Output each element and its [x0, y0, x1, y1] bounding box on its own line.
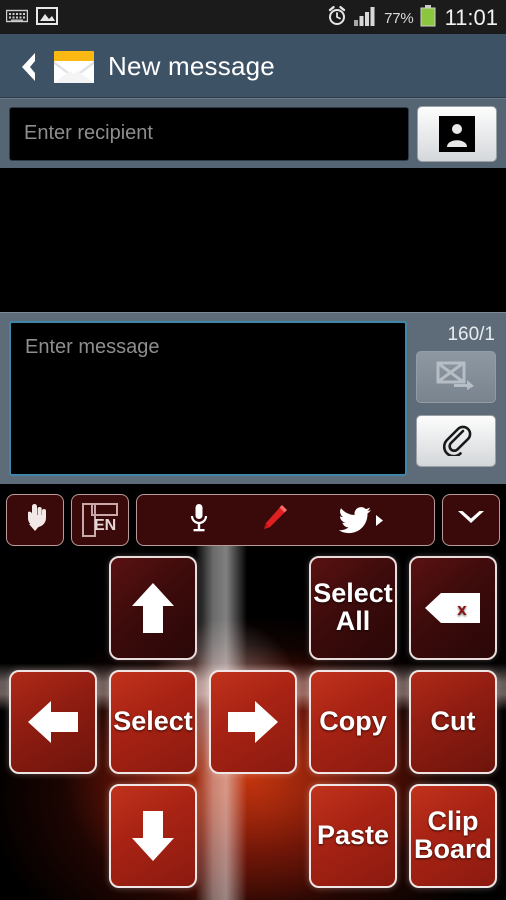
signal-bars-icon — [354, 6, 378, 31]
key-arrow-right[interactable] — [209, 670, 297, 774]
key-arrow-left[interactable] — [9, 670, 97, 774]
hide-keyboard-key[interactable] — [442, 494, 500, 546]
character-counter: 160/1 — [447, 324, 495, 345]
paperclip-icon — [439, 422, 473, 461]
keyboard-panel: EN Select All x Select Copy Cut Paste Cl… — [0, 488, 506, 900]
arrow-right-icon — [228, 701, 278, 743]
compose-row: 160/1 — [0, 312, 506, 484]
recipient-row — [0, 98, 506, 168]
contact-person-icon — [439, 115, 475, 152]
arrow-up-icon — [132, 583, 174, 633]
battery-icon — [420, 4, 436, 32]
key-arrow-up[interactable] — [109, 556, 197, 660]
input-methods-bar[interactable] — [136, 494, 435, 546]
key-select[interactable]: Select — [109, 670, 197, 774]
recipient-input[interactable] — [9, 106, 409, 161]
key-blank-2 — [209, 556, 297, 660]
layout-frame-icon: EN — [80, 501, 120, 539]
key-paste-label: Paste — [316, 820, 390, 851]
key-copy-label: Copy — [319, 706, 387, 737]
key-cut[interactable]: Cut — [409, 670, 497, 774]
backspace-icon: x — [425, 593, 480, 623]
pencil-icon[interactable] — [258, 502, 290, 539]
keyboard-icon — [5, 8, 29, 29]
key-blank-1 — [9, 556, 97, 660]
language-label: EN — [94, 517, 117, 534]
envelope-icon — [52, 47, 96, 87]
message-input[interactable] — [9, 321, 407, 476]
alarm-clock-icon — [326, 5, 348, 32]
chevron-down-icon — [455, 507, 487, 534]
key-clipboard-label: Clip Board — [413, 806, 492, 864]
keyboard-toolbar: EN — [0, 488, 506, 548]
twitter-bird-icon[interactable] — [338, 506, 384, 534]
status-bar-clock: 11:01 — [444, 5, 498, 30]
key-blank-4 — [209, 784, 297, 888]
key-copy[interactable]: Copy — [309, 670, 397, 774]
key-cut-label: Cut — [430, 706, 476, 737]
app-bar: New message — [0, 36, 506, 98]
image-icon — [36, 6, 58, 31]
compose-actions: 160/1 — [415, 321, 497, 476]
status-bar-right-icons: 77% 11:01 — [326, 4, 498, 32]
key-select-label: Select — [113, 706, 193, 737]
key-blank-3 — [9, 784, 97, 888]
key-clipboard[interactable]: Clip Board — [409, 784, 497, 888]
contacts-button[interactable] — [417, 105, 497, 162]
key-paste[interactable]: Paste — [309, 784, 397, 888]
phone-screen: 77% 11:01 New message Enter recipient En… — [0, 0, 506, 900]
conversation-area — [0, 168, 506, 312]
back-chevron-icon[interactable] — [14, 50, 40, 84]
attach-button[interactable] — [416, 415, 496, 467]
arrow-down-icon — [132, 811, 174, 861]
page-title: New message — [108, 51, 275, 81]
microphone-icon[interactable] — [187, 502, 211, 539]
send-button[interactable] — [416, 351, 496, 403]
keyboard-key-grid: Select All x Select Copy Cut Paste Clip … — [0, 548, 506, 898]
arrow-left-icon — [28, 701, 78, 743]
key-select-all-label: Select All — [313, 578, 393, 636]
svg-text:x: x — [457, 600, 467, 619]
battery-percent-label: 77% — [384, 9, 414, 27]
key-select-all[interactable]: Select All — [309, 556, 397, 660]
send-message-icon — [436, 360, 476, 395]
hand-down-icon — [20, 502, 50, 539]
handwriting-key[interactable] — [6, 494, 64, 546]
key-arrow-down[interactable] — [109, 784, 197, 888]
status-bar: 77% 11:01 — [0, 0, 506, 36]
language-key[interactable]: EN — [71, 494, 129, 546]
status-bar-left-icons — [5, 6, 58, 31]
key-backspace[interactable]: x — [409, 556, 497, 660]
